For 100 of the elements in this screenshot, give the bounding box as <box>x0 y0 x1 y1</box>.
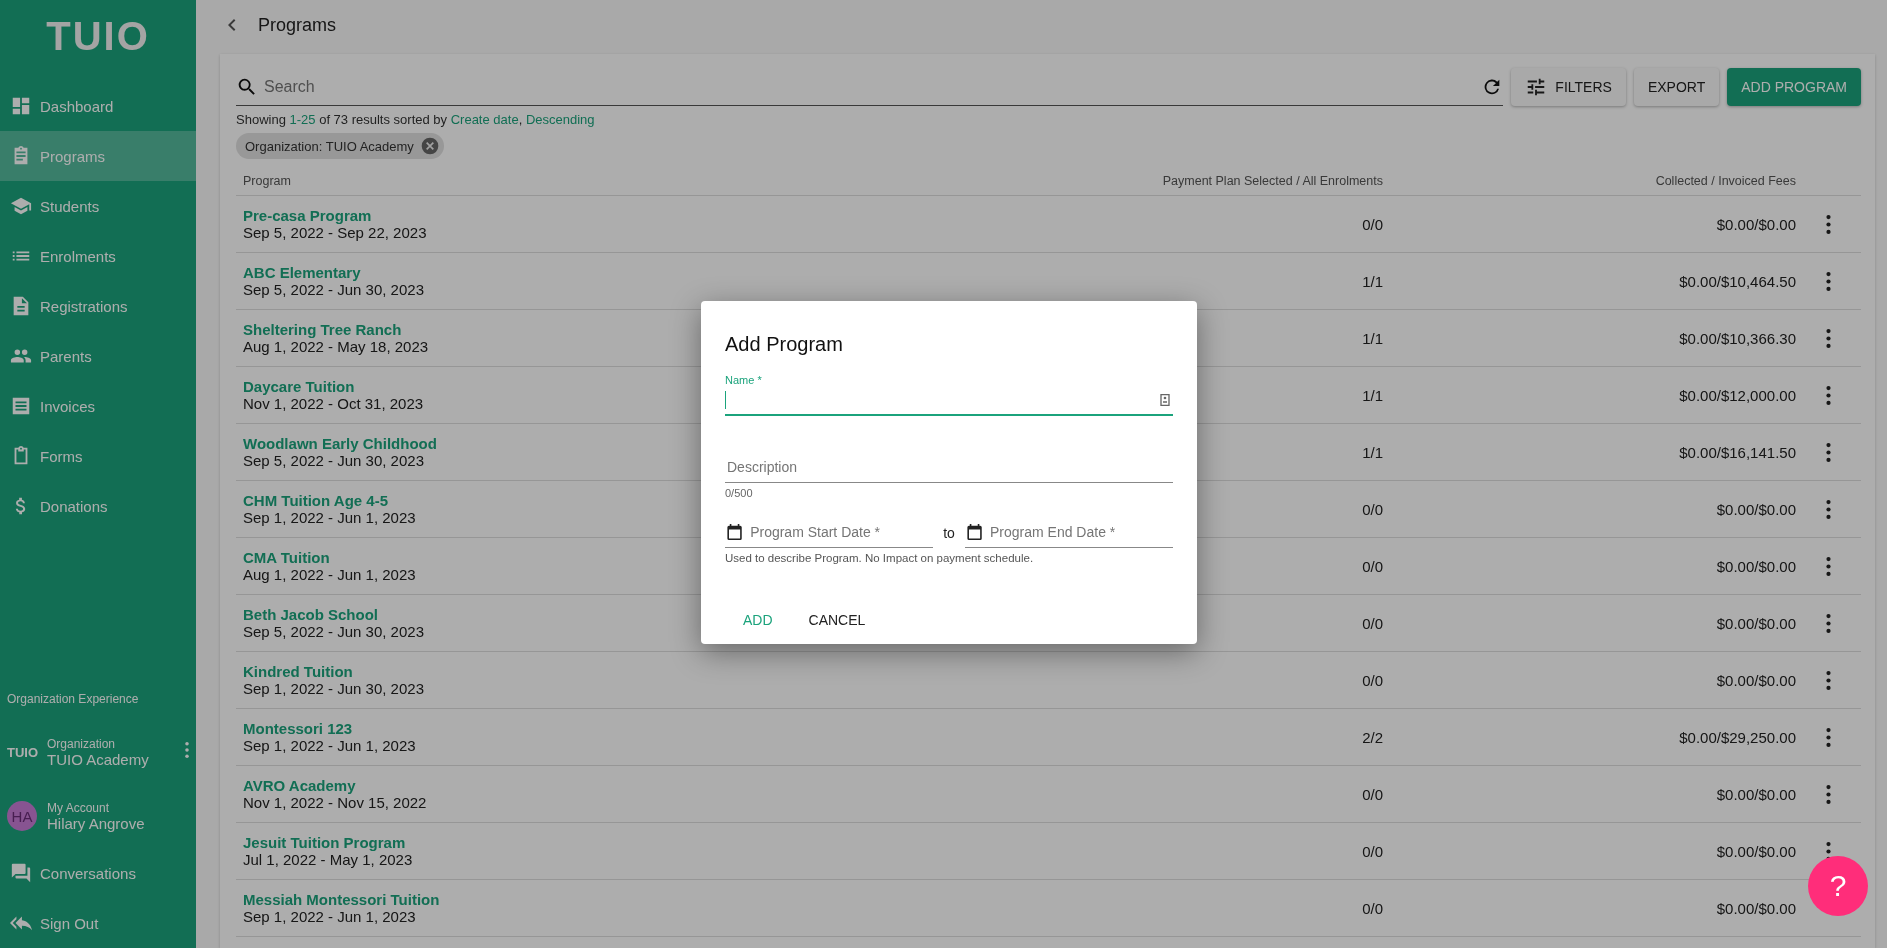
more-icon[interactable] <box>1826 442 1831 462</box>
table-cell: $0.00/$0.00 <box>1383 880 1796 937</box>
more-icon[interactable] <box>1826 613 1831 633</box>
program-dates: Aug 1, 2022 - May 18, 2023 <box>243 338 429 355</box>
graduation-cap-icon <box>10 195 32 217</box>
column-header: Program <box>236 167 863 196</box>
program-dates: Sep 5, 2022 - Jun 30, 2023 <box>243 281 424 298</box>
account-name: Hilary Angrove <box>47 814 145 832</box>
range-separator: to <box>943 524 955 541</box>
dashboard-icon <box>10 95 32 117</box>
more-icon[interactable] <box>1826 328 1831 348</box>
search-field[interactable]: Search <box>262 76 1478 97</box>
more-icon[interactable] <box>1826 499 1831 519</box>
program-name[interactable]: Sheltering Tree Ranch <box>243 321 402 338</box>
table-cell: 0/0 <box>863 766 1383 823</box>
table-cell: $0.00/$10,366.30 <box>1383 310 1796 367</box>
more-icon[interactable] <box>1826 670 1831 690</box>
more-icon[interactable] <box>1826 271 1831 291</box>
table-cell: 0/0 <box>863 880 1383 937</box>
program-dates: Sep 5, 2022 - Sep 22, 2023 <box>243 224 427 241</box>
sidebar-item[interactable]: Forms <box>0 431 196 481</box>
table-cell: 2/2 <box>863 709 1383 766</box>
organization-name: TUIO Academy <box>47 750 149 768</box>
column-header: Payment Plan Selected / All Enrolments <box>863 167 1383 196</box>
account-caption: My Account <box>47 800 111 815</box>
table-cell: $0.00/$0.00 <box>1383 196 1796 253</box>
column-header: Collected / Invoiced Fees <box>1383 167 1796 196</box>
chat-icon <box>10 862 32 884</box>
more-icon[interactable] <box>1826 214 1831 234</box>
export-button[interactable]: EXPORT <box>1633 68 1720 106</box>
more-icon[interactable] <box>1826 784 1831 804</box>
table-cell: 0/0 <box>863 652 1383 709</box>
more-icon[interactable] <box>1826 385 1831 405</box>
table-cell: $0.00/$12,000.00 <box>1383 367 1796 424</box>
program-dates: Aug 1, 2022 - Jun 1, 2023 <box>243 566 416 583</box>
add-button[interactable]: ADD PROGRAM <box>1727 68 1861 106</box>
more-icon[interactable] <box>1826 727 1831 747</box>
organization-caption: Organization <box>47 736 117 751</box>
program-name[interactable]: Woodlawn Early Childhood <box>243 435 437 452</box>
table-cell: $0.00/$0.00 <box>1383 481 1796 538</box>
program-dates: Jul 1, 2022 - May 1, 2023 <box>243 851 413 868</box>
program-name[interactable]: ABC Elementary <box>243 264 361 281</box>
section-title: Organization Experience <box>6 692 140 708</box>
table-cell: $0.00/$0.00 <box>1383 652 1796 709</box>
program-name[interactable]: Kindred Tuition <box>243 663 353 680</box>
character-counter: 0/500 <box>725 487 754 499</box>
table-cell: $0.00/$16,141.50 <box>1383 424 1796 481</box>
more-icon[interactable] <box>1826 556 1831 576</box>
program-name[interactable]: Jesuit Tuition Program <box>243 834 406 851</box>
sidebar-item[interactable]: Enrolments <box>0 231 196 281</box>
table-cell: 0/0 <box>863 823 1383 880</box>
program-dates: Nov 1, 2022 - Nov 15, 2022 <box>243 794 427 811</box>
table-cell: $0.00/$0.00 <box>1383 823 1796 880</box>
sidebar-item[interactable]: Sign Out <box>0 898 196 948</box>
table-cell: $0.00/$29,250.00 <box>1383 709 1796 766</box>
page-title: Programs <box>258 14 337 36</box>
table-cell: $0.00/$0.00 <box>1383 538 1796 595</box>
filter-chip[interactable]: Organization: TUIO Academy <box>236 133 444 159</box>
table-cell: $0.00/$0.00 <box>1383 595 1796 652</box>
receipt-icon <box>10 395 32 417</box>
program-dates: Sep 5, 2022 - Jun 30, 2023 <box>243 623 424 640</box>
sidebar-item[interactable]: Parents <box>0 331 196 381</box>
program-name[interactable]: Daycare Tuition <box>243 378 355 395</box>
program-dates: Sep 1, 2022 - Jun 1, 2023 <box>243 908 416 925</box>
program-name[interactable]: Pre-casa Program <box>243 207 372 224</box>
program-name[interactable]: AVRO Academy <box>243 777 356 794</box>
calendar-icon <box>725 521 745 543</box>
sidebar-item[interactable]: Donations <box>0 481 196 531</box>
sort-order-link[interactable]: Descending <box>525 112 595 127</box>
organization-logo: TUIO <box>7 744 37 760</box>
dialog-title: Add Program <box>725 333 844 356</box>
program-dates: Sep 1, 2022 - Jun 1, 2023 <box>243 509 416 526</box>
program-name[interactable]: Beth Jacob School <box>243 606 379 623</box>
program-dates: Sep 5, 2022 - Jun 30, 2023 <box>243 452 424 469</box>
program-name[interactable]: CMA Tuition <box>243 549 330 566</box>
table-cell: 0/0 <box>863 196 1383 253</box>
program-name[interactable]: Montessori 123 <box>243 720 353 737</box>
table-cell: $0.00/$10,464.50 <box>1383 253 1796 310</box>
sidebar-item[interactable]: Registrations <box>0 281 196 331</box>
contact-card-icon <box>1157 392 1173 408</box>
app-logo: TUIO <box>45 14 151 59</box>
sidebar-item[interactable]: Conversations <box>0 848 196 898</box>
sidebar-item[interactable]: Students <box>0 181 196 231</box>
avatar[interactable]: HA <box>7 801 37 831</box>
sidebar-item[interactable]: Dashboard <box>0 81 196 131</box>
table-cell: $0.00/$0.00 <box>1383 766 1796 823</box>
program-name[interactable]: Messiah Montessori Tuition <box>243 891 440 908</box>
sidebar-item[interactable]: Invoices <box>0 381 196 431</box>
field-label: Name * <box>725 374 763 386</box>
program-name[interactable]: CHM Tuition Age 4-5 <box>243 492 388 509</box>
program-dates: Sep 1, 2022 - Jun 1, 2023 <box>243 737 416 754</box>
close-icon <box>419 136 440 156</box>
program-dates: Sep 1, 2022 - Jun 30, 2023 <box>243 680 424 697</box>
calendar-icon <box>964 521 984 543</box>
add-button[interactable]: ADD <box>733 604 783 636</box>
range-link[interactable]: 1-25 <box>289 112 316 127</box>
sort-field-link[interactable]: Create date <box>450 112 519 127</box>
program-dates: Nov 1, 2022 - Oct 31, 2023 <box>243 395 424 412</box>
filters-button[interactable]: FILTERS <box>1511 68 1626 106</box>
results-summary: Showing 1-25 of 73 results sorted by Create date, Descending <box>236 112 596 127</box>
